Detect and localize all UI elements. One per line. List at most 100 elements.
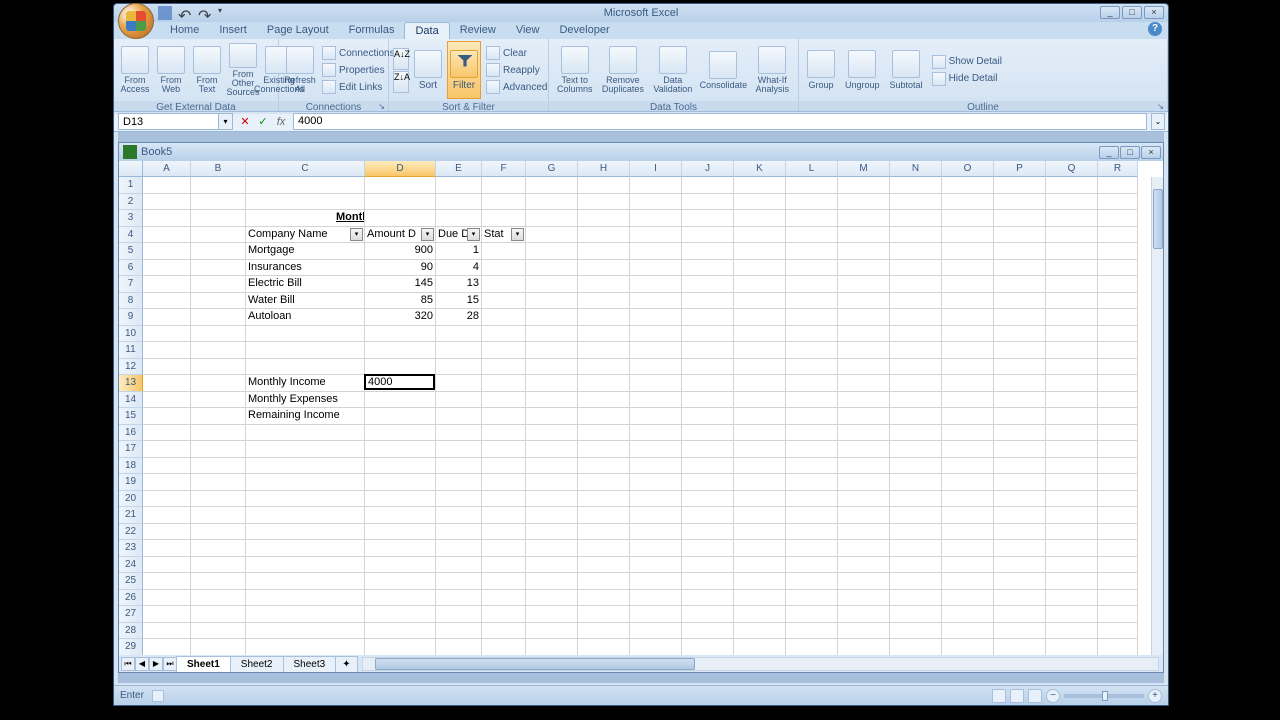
tab-formulas[interactable]: Formulas: [339, 22, 405, 39]
row-header-16[interactable]: 16: [119, 425, 143, 442]
row-header-7[interactable]: 7: [119, 276, 143, 293]
row-header-27[interactable]: 27: [119, 606, 143, 623]
row-header-21[interactable]: 21: [119, 507, 143, 524]
group-button[interactable]: Group: [803, 41, 839, 99]
row-header-10[interactable]: 10: [119, 326, 143, 343]
cancel-edit-button[interactable]: ✕: [237, 114, 253, 130]
text-to-columns-button[interactable]: Text to Columns: [553, 41, 596, 99]
row-header-4[interactable]: 4: [119, 227, 143, 244]
column-header-q[interactable]: Q: [1046, 161, 1098, 177]
edit-links-button[interactable]: Edit Links: [319, 79, 398, 95]
column-header-k[interactable]: K: [734, 161, 786, 177]
enter-edit-button[interactable]: ✓: [255, 114, 271, 130]
column-header-g[interactable]: G: [526, 161, 578, 177]
row-header-23[interactable]: 23: [119, 540, 143, 557]
column-header-m[interactable]: M: [838, 161, 890, 177]
column-header-h[interactable]: H: [578, 161, 630, 177]
next-sheet-button[interactable]: ▶: [149, 657, 163, 671]
row-header-25[interactable]: 25: [119, 573, 143, 590]
row-header-1[interactable]: 1: [119, 177, 143, 194]
maximize-button[interactable]: □: [1122, 6, 1142, 19]
row-header-19[interactable]: 19: [119, 474, 143, 491]
row-header-24[interactable]: 24: [119, 557, 143, 574]
show-detail-button[interactable]: Show Detail: [929, 54, 1005, 70]
hide-detail-button[interactable]: Hide Detail: [929, 71, 1005, 87]
connections-button[interactable]: Connections: [319, 45, 398, 61]
column-header-n[interactable]: N: [890, 161, 942, 177]
consolidate-button[interactable]: Consolidate: [698, 41, 748, 99]
save-icon[interactable]: [158, 6, 172, 20]
help-icon[interactable]: ?: [1148, 22, 1162, 36]
wb-maximize-button[interactable]: □: [1120, 146, 1140, 159]
row-header-5[interactable]: 5: [119, 243, 143, 260]
normal-view-button[interactable]: [992, 689, 1006, 703]
tab-review[interactable]: Review: [450, 22, 506, 39]
column-header-o[interactable]: O: [942, 161, 994, 177]
minimize-button[interactable]: _: [1100, 6, 1120, 19]
from-text-button[interactable]: From Text: [190, 41, 224, 99]
refresh-all-button[interactable]: Refresh All: [283, 41, 317, 99]
subtotal-button[interactable]: Subtotal: [886, 41, 927, 99]
zoom-in-button[interactable]: +: [1148, 689, 1162, 703]
column-header-j[interactable]: J: [682, 161, 734, 177]
sheet-tab-1[interactable]: Sheet1: [176, 656, 231, 672]
row-header-18[interactable]: 18: [119, 458, 143, 475]
row-header-12[interactable]: 12: [119, 359, 143, 376]
sheet-tab-3[interactable]: Sheet3: [283, 656, 337, 672]
zoom-out-button[interactable]: −: [1046, 689, 1060, 703]
close-button[interactable]: ×: [1144, 6, 1164, 19]
column-header-r[interactable]: R: [1098, 161, 1138, 177]
last-sheet-button[interactable]: ⏭: [163, 657, 177, 671]
wb-close-button[interactable]: ×: [1141, 146, 1161, 159]
row-header-26[interactable]: 26: [119, 590, 143, 607]
sort-az-button[interactable]: A↓Z: [393, 48, 409, 70]
row-header-9[interactable]: 9: [119, 309, 143, 326]
reapply-button[interactable]: Reapply: [483, 62, 550, 78]
horizontal-scrollbar[interactable]: [362, 657, 1159, 671]
wb-minimize-button[interactable]: _: [1099, 146, 1119, 159]
tab-view[interactable]: View: [506, 22, 550, 39]
column-header-d[interactable]: D: [365, 161, 436, 177]
tab-developer[interactable]: Developer: [549, 22, 619, 39]
clear-button[interactable]: Clear: [483, 45, 550, 61]
row-header-3[interactable]: 3: [119, 210, 143, 227]
zoom-slider[interactable]: [1064, 694, 1144, 698]
cell-grid[interactable]: Monthly ExpensesCompany Name▾Amount D▾Du…: [143, 177, 1151, 655]
advanced-button[interactable]: Advanced: [483, 79, 550, 95]
zoom-thumb[interactable]: [1102, 691, 1108, 701]
tab-page-layout[interactable]: Page Layout: [257, 22, 339, 39]
row-header-6[interactable]: 6: [119, 260, 143, 277]
prev-sheet-button[interactable]: ◀: [135, 657, 149, 671]
from-access-button[interactable]: From Access: [118, 41, 152, 99]
column-header-f[interactable]: F: [482, 161, 526, 177]
formula-input[interactable]: 4000: [293, 113, 1147, 130]
column-header-e[interactable]: E: [436, 161, 482, 177]
name-box[interactable]: D13▾: [118, 113, 233, 130]
vertical-scroll-thumb[interactable]: [1153, 189, 1163, 249]
sheet-tab-2[interactable]: Sheet2: [230, 656, 284, 672]
formula-expand-icon[interactable]: ⌄: [1151, 113, 1165, 130]
first-sheet-button[interactable]: ⏮: [121, 657, 135, 671]
column-header-l[interactable]: L: [786, 161, 838, 177]
macro-record-icon[interactable]: [152, 690, 164, 702]
horizontal-scroll-thumb[interactable]: [375, 658, 695, 670]
row-header-17[interactable]: 17: [119, 441, 143, 458]
select-all-corner[interactable]: [119, 161, 143, 177]
row-header-29[interactable]: 29: [119, 639, 143, 655]
vertical-scrollbar[interactable]: [1151, 177, 1163, 655]
undo-icon[interactable]: ↶: [178, 6, 192, 20]
column-header-p[interactable]: P: [994, 161, 1046, 177]
row-header-28[interactable]: 28: [119, 623, 143, 640]
insert-function-button[interactable]: fx: [273, 114, 289, 130]
row-header-20[interactable]: 20: [119, 491, 143, 508]
tab-insert[interactable]: Insert: [209, 22, 257, 39]
column-header-i[interactable]: I: [630, 161, 682, 177]
row-header-11[interactable]: 11: [119, 342, 143, 359]
qat-dropdown-icon[interactable]: ▾: [218, 6, 232, 20]
tab-data[interactable]: Data: [404, 22, 449, 39]
active-cell-editing[interactable]: 4000: [364, 374, 435, 390]
properties-button[interactable]: Properties: [319, 62, 398, 78]
row-header-14[interactable]: 14: [119, 392, 143, 409]
what-if-analysis-button[interactable]: What-If Analysis: [751, 41, 794, 99]
from-web-button[interactable]: From Web: [154, 41, 188, 99]
